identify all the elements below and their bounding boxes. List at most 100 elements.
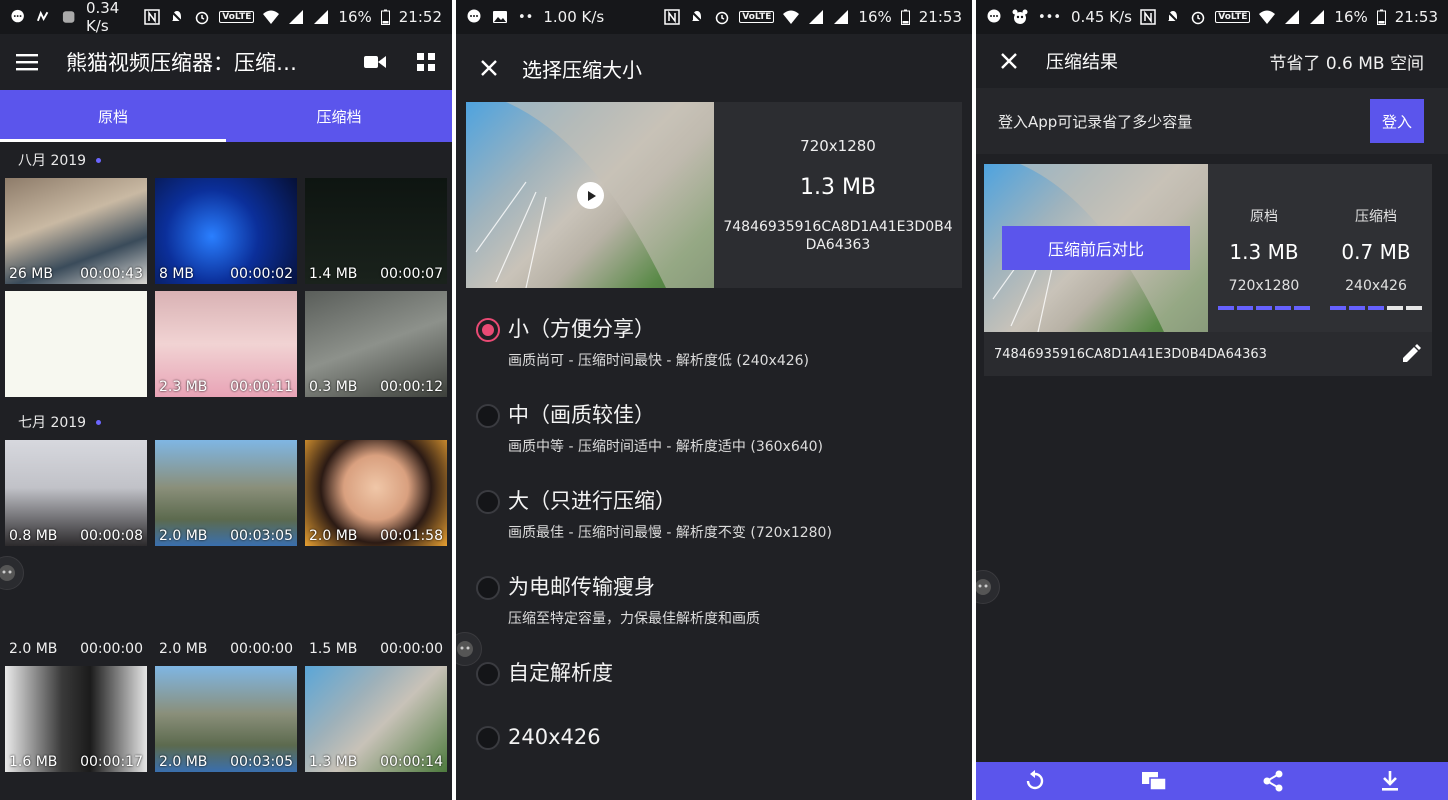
close-icon[interactable] — [480, 59, 498, 77]
video-thumbnail[interactable]: 2.0 MB 00:00:00 — [155, 553, 297, 659]
status-bar: ••• 0.45 K/s VoLTE 16% 21:53 — [976, 0, 1448, 34]
video-size: 2.3 MB — [159, 379, 208, 395]
radio-button[interactable] — [476, 576, 500, 600]
video-duration: 00:01:58 — [380, 528, 443, 544]
nfc-icon — [144, 9, 160, 25]
battery-percent: 16% — [338, 8, 372, 26]
section-title: 八月 2019 — [18, 153, 87, 169]
edit-icon[interactable] — [1400, 343, 1422, 365]
option-title: 大（只进行压缩） — [508, 489, 676, 513]
video-thumbnail[interactable] — [5, 291, 147, 397]
alarm-icon — [715, 11, 729, 25]
video-duration: 00:00:14 — [380, 754, 443, 770]
message-icon — [987, 9, 1001, 23]
video-size: 1.3 MB — [309, 754, 358, 770]
play-icon[interactable] — [577, 182, 604, 209]
share-icon[interactable] — [1262, 770, 1284, 792]
signal-icon — [1285, 10, 1300, 24]
video-thumbnail[interactable]: 2.0 MB 00:03:05 — [155, 666, 297, 772]
video-camera-icon[interactable] — [364, 54, 386, 70]
compressed-header: 压缩档 — [1355, 209, 1397, 225]
option-description: 画质最佳 - 压缩时间最慢 - 解析度不变 (720x1280) — [508, 525, 832, 541]
compare-button[interactable]: 压缩前后对比 — [1002, 226, 1190, 270]
option-title: 240x426 — [508, 725, 601, 749]
volte-icon: VoLTE — [739, 11, 775, 23]
tab-original[interactable]: 原档 — [0, 90, 226, 142]
close-icon[interactable] — [1000, 52, 1018, 70]
wifi-icon — [783, 10, 800, 24]
signal-icon — [1310, 10, 1325, 24]
original-size: 1.3 MB — [1229, 240, 1299, 264]
option-title: 自定解析度 — [508, 661, 613, 685]
section-header: 八月 2019 — [0, 142, 452, 178]
original-stats: 原档 1.3 MB 720x1280 — [1208, 164, 1320, 332]
video-thumbnail[interactable]: 2.0 MB 00:03:05 — [155, 440, 297, 546]
compressed-size-bar — [1330, 306, 1422, 310]
network-speed: 1.00 K/s — [543, 8, 605, 26]
signal-icon — [314, 10, 329, 24]
video-thumbnail[interactable]: 26 MB 00:00:43 — [5, 178, 147, 284]
radio-button[interactable] — [476, 490, 500, 514]
video-thumbnail[interactable]: 8 MB 00:00:02 — [155, 178, 297, 284]
app-notification-icon — [37, 10, 49, 22]
login-banner: 登入App可记录省了多少容量 登入 — [976, 88, 1448, 154]
size-option-large[interactable]: 大（只进行压缩） 画质最佳 - 压缩时间最慢 - 解析度不变 (720x1280) — [456, 486, 972, 572]
video-thumbnail[interactable]: 1.3 MB 00:00:14 — [305, 666, 447, 772]
message-icon — [11, 9, 24, 23]
video-preview-image[interactable] — [466, 102, 714, 288]
login-button[interactable]: 登入 — [1370, 99, 1424, 143]
redo-compress-icon[interactable] — [1024, 770, 1046, 792]
video-thumbnail[interactable]: 1.4 MB 00:00:07 — [305, 178, 447, 284]
grid-view-icon[interactable] — [416, 52, 436, 72]
mute-icon — [690, 10, 704, 24]
tab-compressed[interactable]: 压缩档 — [226, 90, 452, 142]
video-duration: 00:00:00 — [380, 641, 443, 657]
section-header: 七月 2019 — [0, 404, 452, 440]
clock: 21:53 — [1394, 8, 1438, 26]
radio-button[interactable] — [476, 726, 500, 750]
video-duration: 00:00:02 — [230, 266, 293, 282]
battery-icon — [380, 9, 390, 25]
video-thumbnail[interactable]: 1.6 MB 00:00:17 — [5, 666, 147, 772]
network-speed: 0.45 K/s — [1071, 8, 1132, 26]
video-size: 1.4 MB — [309, 266, 358, 282]
size-option-email[interactable]: 为电邮传输瘦身 压缩至特定容量，力保最佳解析度和画质 — [456, 572, 972, 658]
video-thumbnail[interactable]: 2.0 MB 00:01:58 — [305, 440, 447, 546]
video-resolution: 720x1280 — [800, 136, 876, 155]
app-notification-icon — [62, 11, 75, 23]
floating-assistant-icon[interactable] — [976, 570, 1000, 604]
signal-icon — [289, 10, 304, 24]
radio-button-selected[interactable] — [476, 318, 500, 342]
video-size: 1.6 MB — [9, 754, 58, 770]
bottom-action-bar — [976, 762, 1448, 800]
video-grid: 26 MB 00:00:43 8 MB 00:00:02 1.4 MB 00:00:0… — [0, 178, 452, 397]
video-thumbnail[interactable]: 0.3 MB 00:00:12 — [305, 291, 447, 397]
tab-bar: 原档 压缩档 — [0, 90, 452, 142]
video-duration: 00:00:11 — [230, 379, 293, 395]
video-thumbnail[interactable]: 2.3 MB 00:00:11 — [155, 291, 297, 397]
compare-icon[interactable] — [1141, 770, 1167, 792]
size-option-small[interactable]: 小（方便分享） 画质尚可 - 压缩时间最快 - 解析度低 (240x426) — [456, 314, 972, 400]
section-title: 七月 2019 — [18, 415, 87, 431]
video-thumbnail[interactable]: 0.8 MB 00:00:08 — [5, 440, 147, 546]
radio-button[interactable] — [476, 662, 500, 686]
wifi-icon — [1259, 10, 1276, 24]
menu-icon[interactable] — [16, 53, 40, 71]
video-thumbnail[interactable]: 2.0 MB 00:00:00 — [5, 553, 147, 659]
video-thumbnail[interactable]: 1.5 MB 00:00:00 — [305, 553, 447, 659]
video-size: 1.5 MB — [309, 641, 358, 657]
size-option-240x426[interactable]: 240x426 — [456, 722, 972, 782]
size-option-custom[interactable]: 自定解析度 — [456, 658, 972, 722]
panda-app-icon — [1012, 9, 1028, 24]
battery-icon — [1376, 9, 1386, 25]
original-size-bar — [1218, 306, 1310, 310]
battery-icon — [900, 9, 910, 25]
battery-percent: 16% — [858, 8, 892, 26]
size-option-medium[interactable]: 中（画质较佳） 画质中等 - 压缩时间适中 - 解析度适中 (360x640) — [456, 400, 972, 486]
download-icon[interactable] — [1379, 770, 1401, 792]
video-size: 26 MB — [9, 266, 53, 282]
radio-button[interactable] — [476, 404, 500, 428]
status-bar: 0.34 K/s VoLTE 16% 21:52 — [0, 0, 452, 35]
video-size: 2.0 MB — [309, 528, 358, 544]
video-duration: 00:03:05 — [230, 754, 293, 770]
